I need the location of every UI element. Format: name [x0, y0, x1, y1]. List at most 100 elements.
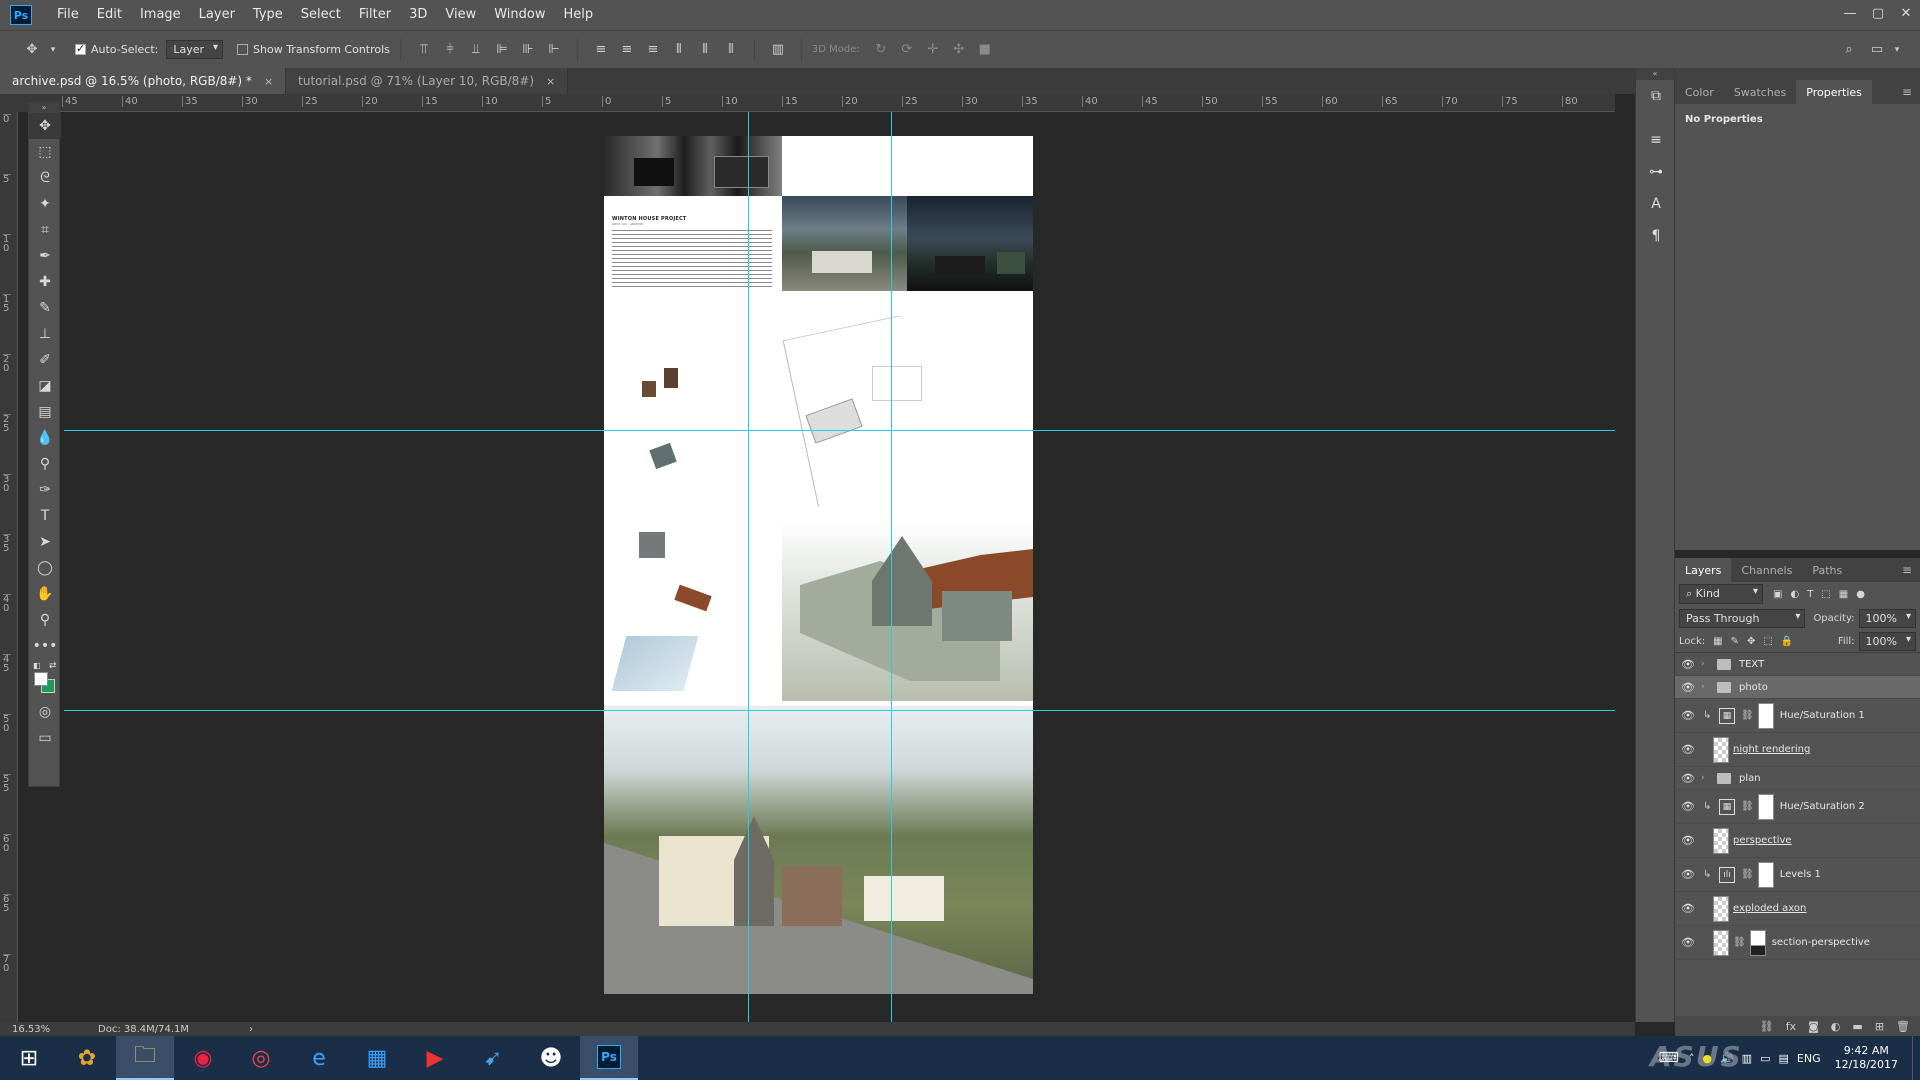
opacity-input[interactable]: 100% [1858, 608, 1916, 628]
brush-settings-icon[interactable]: ≡ [1636, 124, 1676, 156]
panel-menu-icon[interactable]: ≡ [1902, 563, 1912, 577]
screen-mode-icon[interactable]: ▭ [29, 725, 61, 751]
tab-layers[interactable]: Layers [1675, 558, 1732, 582]
visibility-eye-icon[interactable]: 👁 [1675, 709, 1701, 722]
tab-archive[interactable]: archive.psd @ 16.5% (photo, RGB/8#) * × [0, 68, 287, 94]
visibility-eye-icon[interactable]: 👁 [1675, 834, 1701, 847]
filter-toggle-icon[interactable]: ● [1856, 589, 1865, 600]
3d-scale-icon[interactable]: ■ [975, 40, 995, 60]
search-icon[interactable]: ⌕ [1839, 40, 1859, 60]
crop-tool-icon[interactable]: ⌗ [29, 217, 61, 243]
lock-position-icon[interactable]: ✥ [1747, 636, 1755, 647]
eraser-tool-icon[interactable]: ◪ [29, 373, 61, 399]
tab-swatches[interactable]: Swatches [1724, 80, 1797, 104]
distribute-hcenter-icon[interactable]: ⦀ [695, 40, 715, 60]
layer-row-night-rendering[interactable]: 👁 night rendering [1675, 733, 1920, 767]
visibility-eye-icon[interactable]: 👁 [1675, 681, 1701, 694]
align-right-icon[interactable]: ⊩ [544, 40, 564, 60]
menu-edit[interactable]: Edit [88, 0, 131, 30]
menu-help[interactable]: Help [555, 0, 603, 30]
filter-type-icon[interactable]: T [1807, 589, 1813, 600]
close-tab-icon[interactable]: × [264, 75, 273, 88]
guide-horizontal[interactable] [64, 710, 1615, 711]
align-left-icon[interactable]: ⊫ [492, 40, 512, 60]
menu-image[interactable]: Image [131, 0, 190, 30]
layer-row-perspective[interactable]: 👁 perspective [1675, 824, 1920, 858]
layer-row-hue-saturation-2[interactable]: 👁 ↳ ▦ ⛓ Hue/Saturation 2 [1675, 790, 1920, 824]
type-tool-icon[interactable]: T [29, 503, 61, 529]
menu-file[interactable]: File [48, 0, 88, 30]
distribute-bottom-icon[interactable]: ≡ [643, 40, 663, 60]
document-artboard[interactable]: WINTON HOUSE PROJECT ARCH 101 · ARCHIVE [604, 136, 1033, 994]
3d-orbit-icon[interactable]: ↻ [871, 40, 891, 60]
zoom-tool-icon[interactable]: ⚲ [29, 607, 61, 633]
menu-type[interactable]: Type [244, 0, 292, 30]
lasso-tool-icon[interactable]: ᘓ [29, 165, 61, 191]
swap-colors-icon[interactable]: ⇄ [49, 661, 57, 671]
auto-select-checkbox[interactable]: Auto-Select: [75, 42, 158, 56]
eyedropper-tool-icon[interactable]: ✒ [29, 243, 61, 269]
character-panel-icon[interactable]: A [1636, 188, 1676, 220]
pen-tool-icon[interactable]: ✑ [29, 477, 61, 503]
path-selection-tool-icon[interactable]: ➤ [29, 529, 61, 555]
hand-tool-icon[interactable]: ✋ [29, 581, 61, 607]
status-menu-arrow-icon[interactable]: › [249, 1024, 253, 1035]
guide-vertical[interactable] [748, 112, 749, 1022]
delete-layer-icon[interactable]: 🗑 [1896, 1020, 1910, 1033]
layer-row-plan[interactable]: 👁 › plan [1675, 767, 1920, 790]
align-top-icon[interactable]: ⫪ [414, 40, 434, 60]
move-tool-icon[interactable]: ✥ [22, 40, 42, 60]
3d-roll-icon[interactable]: ⟳ [897, 40, 917, 60]
show-transform-checkbox[interactable]: Show Transform Controls [237, 43, 390, 56]
history-panel-icon[interactable]: ⧉ [1636, 80, 1676, 112]
expand-chevron-icon[interactable]: › [1701, 682, 1711, 692]
chrome-icon[interactable]: ◎ [232, 1036, 290, 1080]
store-icon[interactable]: ▦ [348, 1036, 406, 1080]
3d-pan-icon[interactable]: ✛ [923, 40, 943, 60]
filter-pixel-icon[interactable]: ▣ [1773, 589, 1782, 600]
filter-adjustment-icon[interactable]: ◐ [1790, 589, 1799, 600]
guide-vertical[interactable] [891, 112, 892, 1022]
distribute-right-icon[interactable]: ⦀ [721, 40, 741, 60]
battery-icon[interactable]: ▭ [1760, 1052, 1770, 1065]
toolbar-collapse-icon[interactable]: » [29, 103, 59, 113]
distribute-top-icon[interactable]: ≡ [591, 40, 611, 60]
menu-window[interactable]: Window [485, 0, 554, 30]
lock-all-icon[interactable]: 🔒 [1781, 636, 1793, 647]
canvas-area[interactable]: WINTON HOUSE PROJECT ARCH 101 · ARCHIVE [18, 112, 1615, 1022]
tab-properties[interactable]: Properties [1796, 80, 1872, 104]
filter-shape-icon[interactable]: ⬚ [1821, 589, 1830, 600]
file-explorer-icon[interactable]: 🗀 [116, 1036, 174, 1080]
link-layers-icon[interactable]: ⛓ [1760, 1020, 1774, 1033]
default-colors-icon[interactable]: ◧ [33, 661, 41, 670]
menu-view[interactable]: View [436, 0, 485, 30]
picasa-icon[interactable]: ◉ [174, 1036, 232, 1080]
workspace-icon[interactable]: ▭ [1867, 40, 1887, 60]
visibility-eye-icon[interactable]: 👁 [1675, 902, 1701, 915]
layer-style-icon[interactable]: fx [1786, 1020, 1796, 1033]
magic-wand-tool-icon[interactable]: ✦ [29, 191, 61, 217]
network-icon[interactable]: ▥ [1742, 1052, 1752, 1065]
distribute-vcenter-icon[interactable]: ≡ [617, 40, 637, 60]
new-group-icon[interactable]: ▬ [1852, 1020, 1862, 1033]
marquee-tool-icon[interactable]: ⬚ [29, 139, 61, 165]
maximize-button[interactable]: ▢ [1864, 0, 1892, 26]
move-tool-icon[interactable]: ✥ [29, 113, 61, 139]
distribute-left-icon[interactable]: ⦀ [669, 40, 689, 60]
layer-filter-select[interactable]: ⌕ Kind [1679, 584, 1763, 604]
layer-row-exploded-axon[interactable]: 👁 exploded axon [1675, 892, 1920, 926]
brush-tool-icon[interactable]: ✎ [29, 295, 61, 321]
feather-app-icon[interactable]: ➹ [464, 1036, 522, 1080]
close-tab-icon[interactable]: × [546, 75, 555, 88]
new-adjustment-icon[interactable]: ◐ [1831, 1020, 1841, 1033]
action-center-icon[interactable]: ▤ [1778, 1052, 1788, 1065]
link-icon[interactable]: ⛓ [1741, 710, 1754, 721]
strip-collapse-icon[interactable]: « [1636, 68, 1674, 80]
blur-tool-icon[interactable]: 💧 [29, 425, 61, 451]
align-bottom-icon[interactable]: ⫫ [466, 40, 486, 60]
link-icon[interactable]: ⛓ [1741, 869, 1754, 880]
more-tools-icon[interactable]: ••• [29, 633, 61, 659]
tool-preset-chevron-icon[interactable]: ▾ [48, 40, 58, 60]
layer-mask-thumbnail[interactable] [1749, 929, 1766, 956]
layer-row-hue-saturation-1[interactable]: 👁 ↳ ▦ ⛓ Hue/Saturation 1 [1675, 699, 1920, 733]
